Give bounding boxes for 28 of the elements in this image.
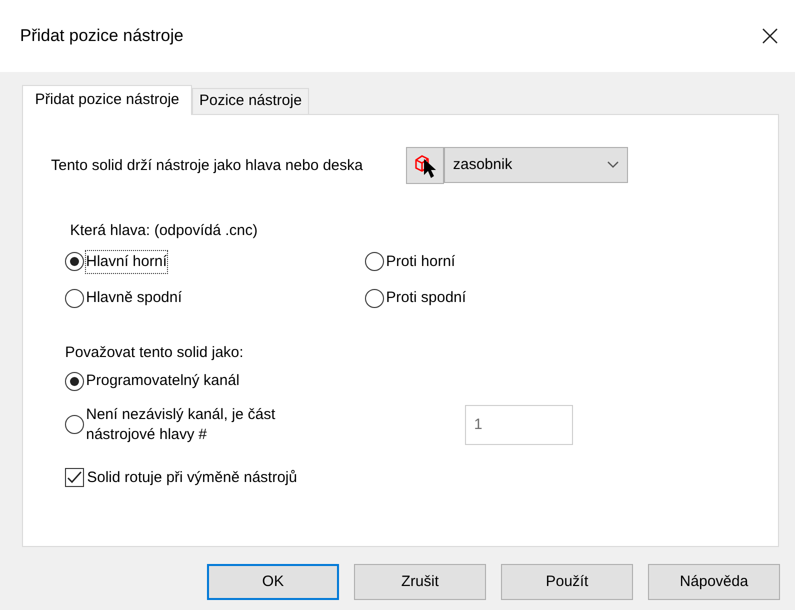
option-label: Hlavně spodní [86,288,182,308]
radio-button[interactable] [65,415,84,434]
option-label: Není nezávislý kanál, je část nástrojové hlavy # [86,404,276,444]
holder-label: Tento solid drží nástroje jako hlava nebo deska [51,156,364,175]
option-label: Programovatelný kanál [86,371,240,391]
dialog-button[interactable]: Nápověda [648,564,780,600]
radio-button[interactable] [65,372,84,391]
option-label: Proti spodní [386,288,466,308]
chevron-down-icon [607,161,619,169]
option-label: Proti horní [386,252,456,272]
window-title: Přidat pozice nástroje [20,25,184,48]
radio-button[interactable] [65,252,84,272]
dialog-button[interactable]: Zrušit [354,564,486,600]
group-label: Považovat tento solid jako: [65,344,244,360]
solid-pick-button[interactable] [406,147,444,184]
dialog-button[interactable]: Použít [501,564,633,600]
radio-button[interactable] [65,288,84,308]
option-label: Hlavní horní [86,250,167,273]
checkbox[interactable] [65,468,84,488]
dialog-button[interactable]: OK [207,564,339,600]
tab[interactable]: Pozice nástroje [192,88,309,114]
checkbox-label: Solid rotuje při výměně nástrojů [87,468,298,488]
tab[interactable]: Přidat pozice nástroje [22,85,192,115]
holder-dropdown[interactable]: zasobnik [444,147,628,183]
radio-button[interactable] [365,252,384,272]
group-label: Která hlava: (odpovídá .cnc) [70,222,258,239]
radio-button[interactable] [365,288,384,308]
rotate-checkbox-row[interactable]: Solid rotuje při výměně nástrojů [65,466,778,489]
